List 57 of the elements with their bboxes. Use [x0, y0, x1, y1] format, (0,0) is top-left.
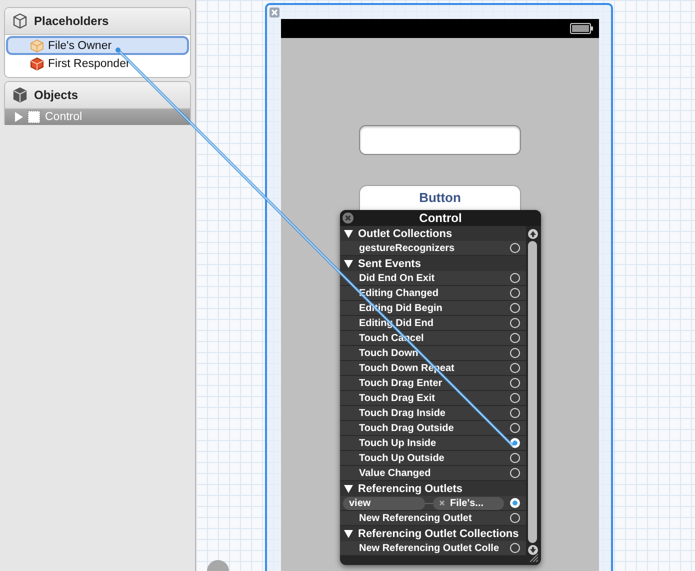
down-arrow-icon[interactable] [528, 545, 538, 555]
connection-circle[interactable] [510, 243, 520, 253]
disclosure-icon[interactable] [344, 259, 353, 268]
target-pill[interactable]: File's... [433, 496, 504, 510]
connection-circle[interactable] [510, 273, 520, 283]
section-header: Outlet Collections [358, 228, 452, 240]
resize-grip-icon[interactable] [529, 553, 538, 562]
connection-label: Value Changed [359, 468, 432, 478]
connection-circle[interactable] [510, 408, 520, 418]
connection-circle[interactable] [510, 303, 520, 313]
disclosure-icon[interactable] [344, 229, 353, 238]
connection-label: Touch Drag Outside [359, 422, 455, 434]
connection-label: New Referencing Outlet [359, 512, 473, 524]
close-icon[interactable] [342, 212, 354, 224]
cube-icon [30, 38, 44, 52]
scroll-bar[interactable] [526, 226, 539, 565]
connection-circle[interactable] [510, 543, 520, 553]
connection-label: Touch Down [359, 348, 420, 358]
connection-circle[interactable] [510, 318, 520, 328]
outlet-pill: view [343, 496, 425, 510]
up-arrow-icon[interactable] [528, 229, 538, 239]
connection-label: Touch Drag Exit [359, 392, 436, 404]
remove-icon[interactable] [439, 500, 445, 506]
connection-label: gestureRecognizers [359, 242, 456, 254]
cube-icon [30, 56, 44, 70]
view-icon [27, 110, 41, 124]
connection-circle[interactable] [510, 288, 520, 298]
outline-item[interactable]: File's Owner [6, 36, 189, 55]
connection-circle[interactable] [510, 348, 520, 358]
connection-label: Touch Up Inside [359, 438, 438, 448]
connection-circle[interactable] [510, 363, 520, 373]
popup-title: Control [419, 211, 462, 225]
section-title: Placeholders [34, 14, 109, 28]
cube-icon [12, 13, 28, 29]
connection-circle[interactable] [510, 423, 520, 433]
disclosure-icon[interactable] [344, 529, 353, 538]
connection-circle[interactable] [510, 513, 520, 523]
connection-label: New Referencing Outlet Colle [359, 542, 500, 554]
cube-icon [12, 87, 28, 103]
connection-label: Did End On Exit [359, 272, 436, 284]
connection-circle[interactable] [510, 393, 520, 403]
connection-label: Touch Drag Inside [359, 408, 446, 418]
section-header: Referencing Outlet Collections [358, 528, 519, 540]
connection-label: Touch Up Outside [359, 452, 446, 464]
section-header: Sent Events [358, 258, 421, 270]
connection-label: Touch Drag Enter [359, 378, 444, 388]
section-title: Objects [34, 88, 78, 102]
text-field[interactable] [359, 125, 521, 155]
connection-circle[interactable] [510, 333, 520, 343]
disclosure-icon[interactable] [344, 484, 353, 493]
outline-item[interactable]: First Responder [6, 55, 189, 72]
battery-icon [570, 23, 594, 34]
connection-circle[interactable] [510, 378, 520, 388]
connection-circle[interactable] [510, 453, 520, 463]
connection-circle[interactable] [510, 468, 520, 478]
section-header: Referencing Outlets [358, 482, 463, 494]
target-label: File's... [450, 496, 484, 510]
